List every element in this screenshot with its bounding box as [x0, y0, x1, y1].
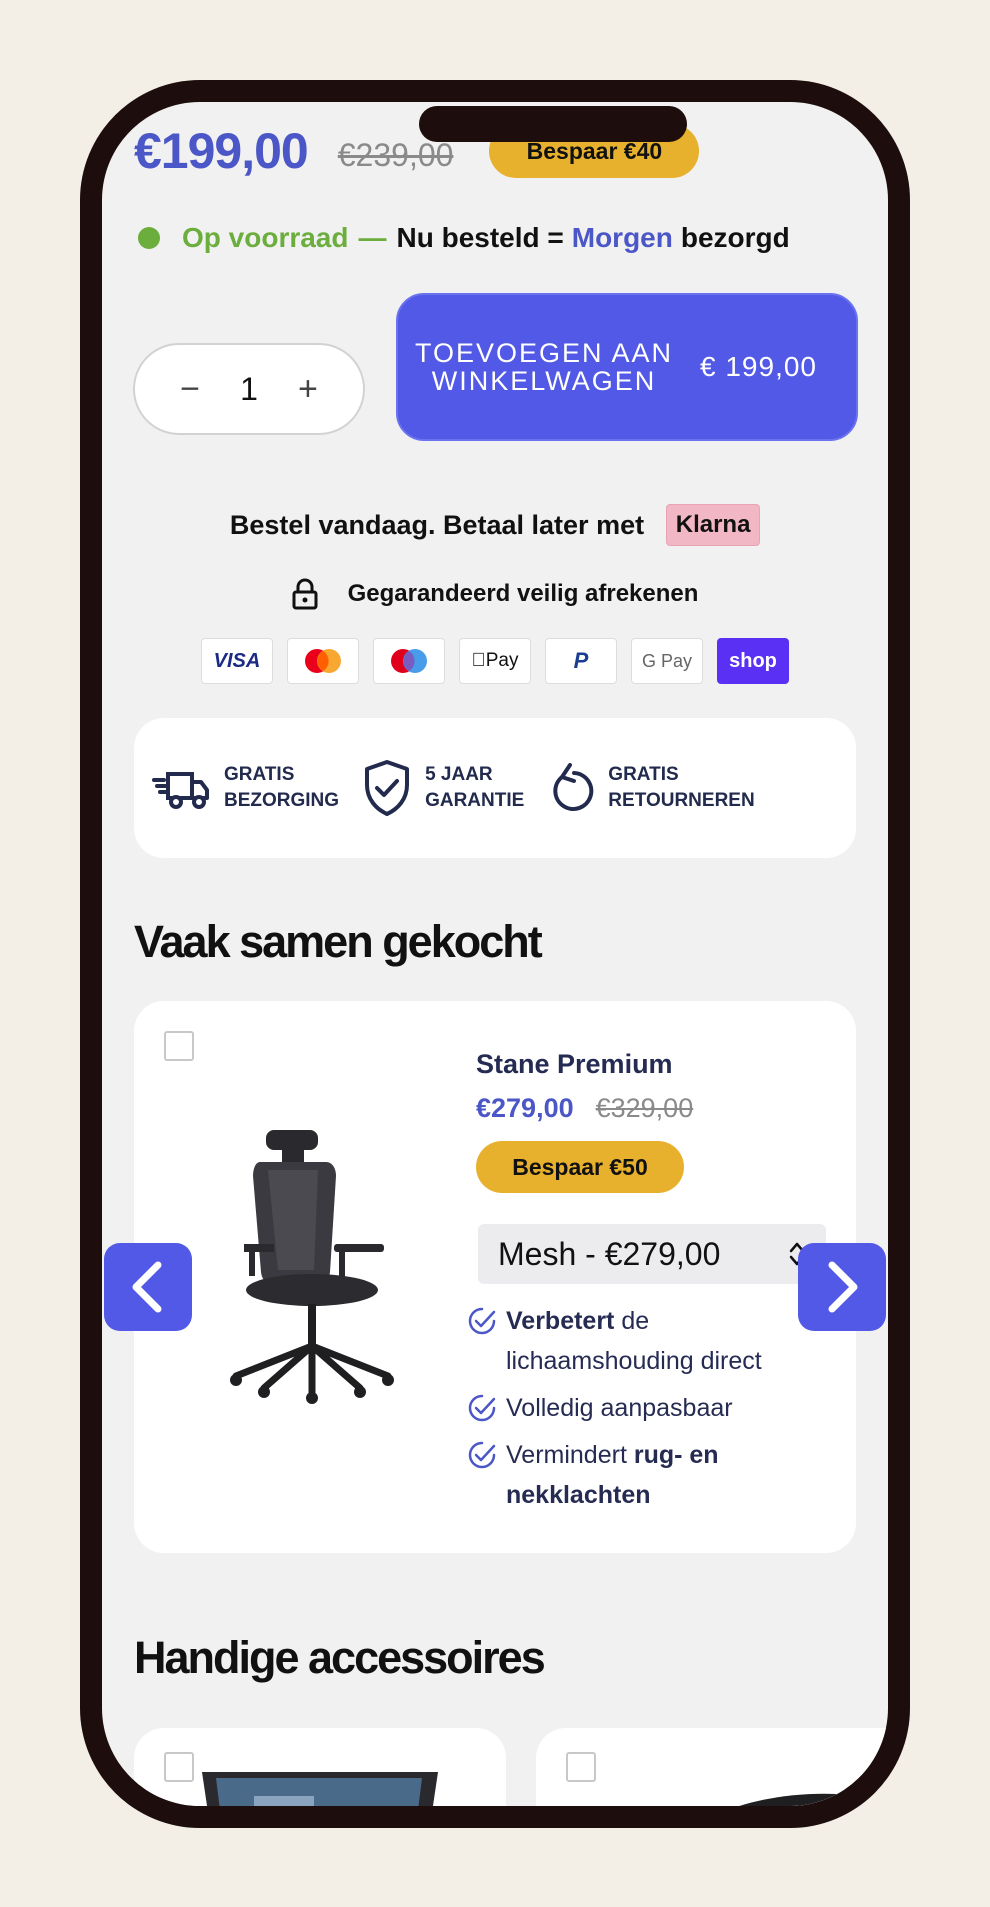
- accessory-card: [536, 1728, 888, 1806]
- visa-icon: VISA: [201, 638, 273, 684]
- fbt-feature-list: Verbetert de lichaamshouding direct Voll…: [466, 1301, 816, 1515]
- maestro-icon: [373, 638, 445, 684]
- stock-dash: —: [358, 222, 387, 253]
- accessory-checkbox[interactable]: [566, 1752, 596, 1782]
- secure-checkout-text: Gegarandeerd veilig afrekenen: [347, 580, 699, 607]
- accessory-card: [134, 1728, 506, 1806]
- klarna-logo: Klarna: [666, 504, 761, 546]
- monitor-image: [202, 1772, 438, 1806]
- accessories-title: Handige accessoires: [134, 1632, 546, 1683]
- secure-checkout-row: Gegarandeerd veilig afrekenen: [102, 578, 888, 610]
- check-circle-icon: [468, 1394, 496, 1422]
- mastercard-icon: [287, 638, 359, 684]
- usp-card: Gratis bezorging 5 jaar garantie: [134, 718, 856, 858]
- fbt-product-card: Stane Premium €279,00 €329,00 Bespaar €5…: [134, 1001, 856, 1553]
- current-price: €199,00: [134, 123, 309, 179]
- apple-logo-icon: : [472, 650, 486, 672]
- fbt-product-checkbox[interactable]: [164, 1031, 194, 1061]
- feature-item: Vermindert rug- en nekklachten: [466, 1435, 816, 1515]
- carousel-next-button[interactable]: [798, 1243, 886, 1331]
- quantity-increase-button[interactable]: +: [293, 370, 323, 409]
- fbt-title: Vaak samen gekocht: [134, 916, 543, 967]
- payment-methods: VISA Pay P G Pay shop: [201, 638, 789, 684]
- klarna-text: Bestel vandaag. Betaal later met: [229, 509, 645, 540]
- usp-free-delivery: Gratis bezorging: [152, 762, 339, 814]
- fbt-price-row: €279,00 €329,00: [476, 1093, 693, 1124]
- delivery-text: Nu besteld =: [396, 222, 564, 253]
- phone-frame: €199,00 €239,00 Bespaar €40 Op voorraad …: [80, 80, 910, 1828]
- feature-item: Volledig aanpasbaar: [466, 1388, 816, 1428]
- phone-screen: €199,00 €239,00 Bespaar €40 Op voorraad …: [102, 102, 888, 1806]
- add-to-cart-price: € 199,00: [700, 351, 817, 382]
- quantity-stepper: − 1 +: [133, 343, 365, 435]
- carousel-prev-button[interactable]: [104, 1243, 192, 1331]
- shop-pay-icon: shop: [717, 638, 789, 684]
- apple-pay-icon: Pay: [459, 638, 531, 684]
- chevron-right-icon: [828, 1261, 858, 1313]
- accessory-image: [739, 1793, 841, 1806]
- klarna-row: Bestel vandaag. Betaal later met Klarna: [102, 504, 888, 546]
- quantity-decrease-button[interactable]: −: [175, 370, 205, 409]
- google-pay-icon: G Pay: [631, 638, 703, 684]
- delivery-highlight: Morgen: [571, 222, 673, 253]
- chevron-left-icon: [132, 1261, 162, 1313]
- fbt-variant-select[interactable]: Mesh - €279,00: [478, 1224, 826, 1284]
- in-stock-label: Op voorraad: [182, 222, 349, 253]
- add-to-cart-button[interactable]: Toevoegen aan winkelwagen € 199,00: [396, 293, 858, 441]
- fbt-save-badge: Bespaar €50: [476, 1141, 684, 1193]
- phone-notch: [419, 106, 687, 142]
- check-circle-icon: [468, 1441, 496, 1469]
- add-to-cart-label: Toevoegen aan winkelwagen: [414, 338, 674, 396]
- accessory-checkbox[interactable]: [164, 1752, 194, 1782]
- paypal-icon: P: [545, 638, 617, 684]
- lock-icon: [292, 578, 318, 610]
- fbt-product-old-price: €329,00: [595, 1093, 694, 1123]
- feature-item: Verbetert de lichaamshouding direct: [466, 1301, 816, 1381]
- truck-icon: [152, 772, 209, 809]
- stock-status: Op voorraad — Nu besteld = Morgen bezorg…: [138, 222, 790, 254]
- fbt-variant-value: Mesh - €279,00: [498, 1235, 721, 1272]
- shield-check-icon: [365, 760, 410, 816]
- usp-free-returns: Gratis retourneren: [548, 762, 755, 814]
- office-chair-image: [230, 1130, 394, 1404]
- fbt-product-name[interactable]: Stane Premium: [476, 1049, 673, 1080]
- fbt-product-price: €279,00: [476, 1093, 574, 1123]
- check-circle-icon: [468, 1307, 496, 1335]
- usp-warranty: 5 jaar garantie: [363, 759, 524, 817]
- quantity-value[interactable]: 1: [240, 371, 258, 408]
- return-arrow-icon: [553, 763, 594, 811]
- stock-dot-icon: [138, 227, 160, 249]
- old-price: €239,00: [337, 136, 454, 173]
- delivery-text-end: bezorgd: [680, 222, 790, 253]
